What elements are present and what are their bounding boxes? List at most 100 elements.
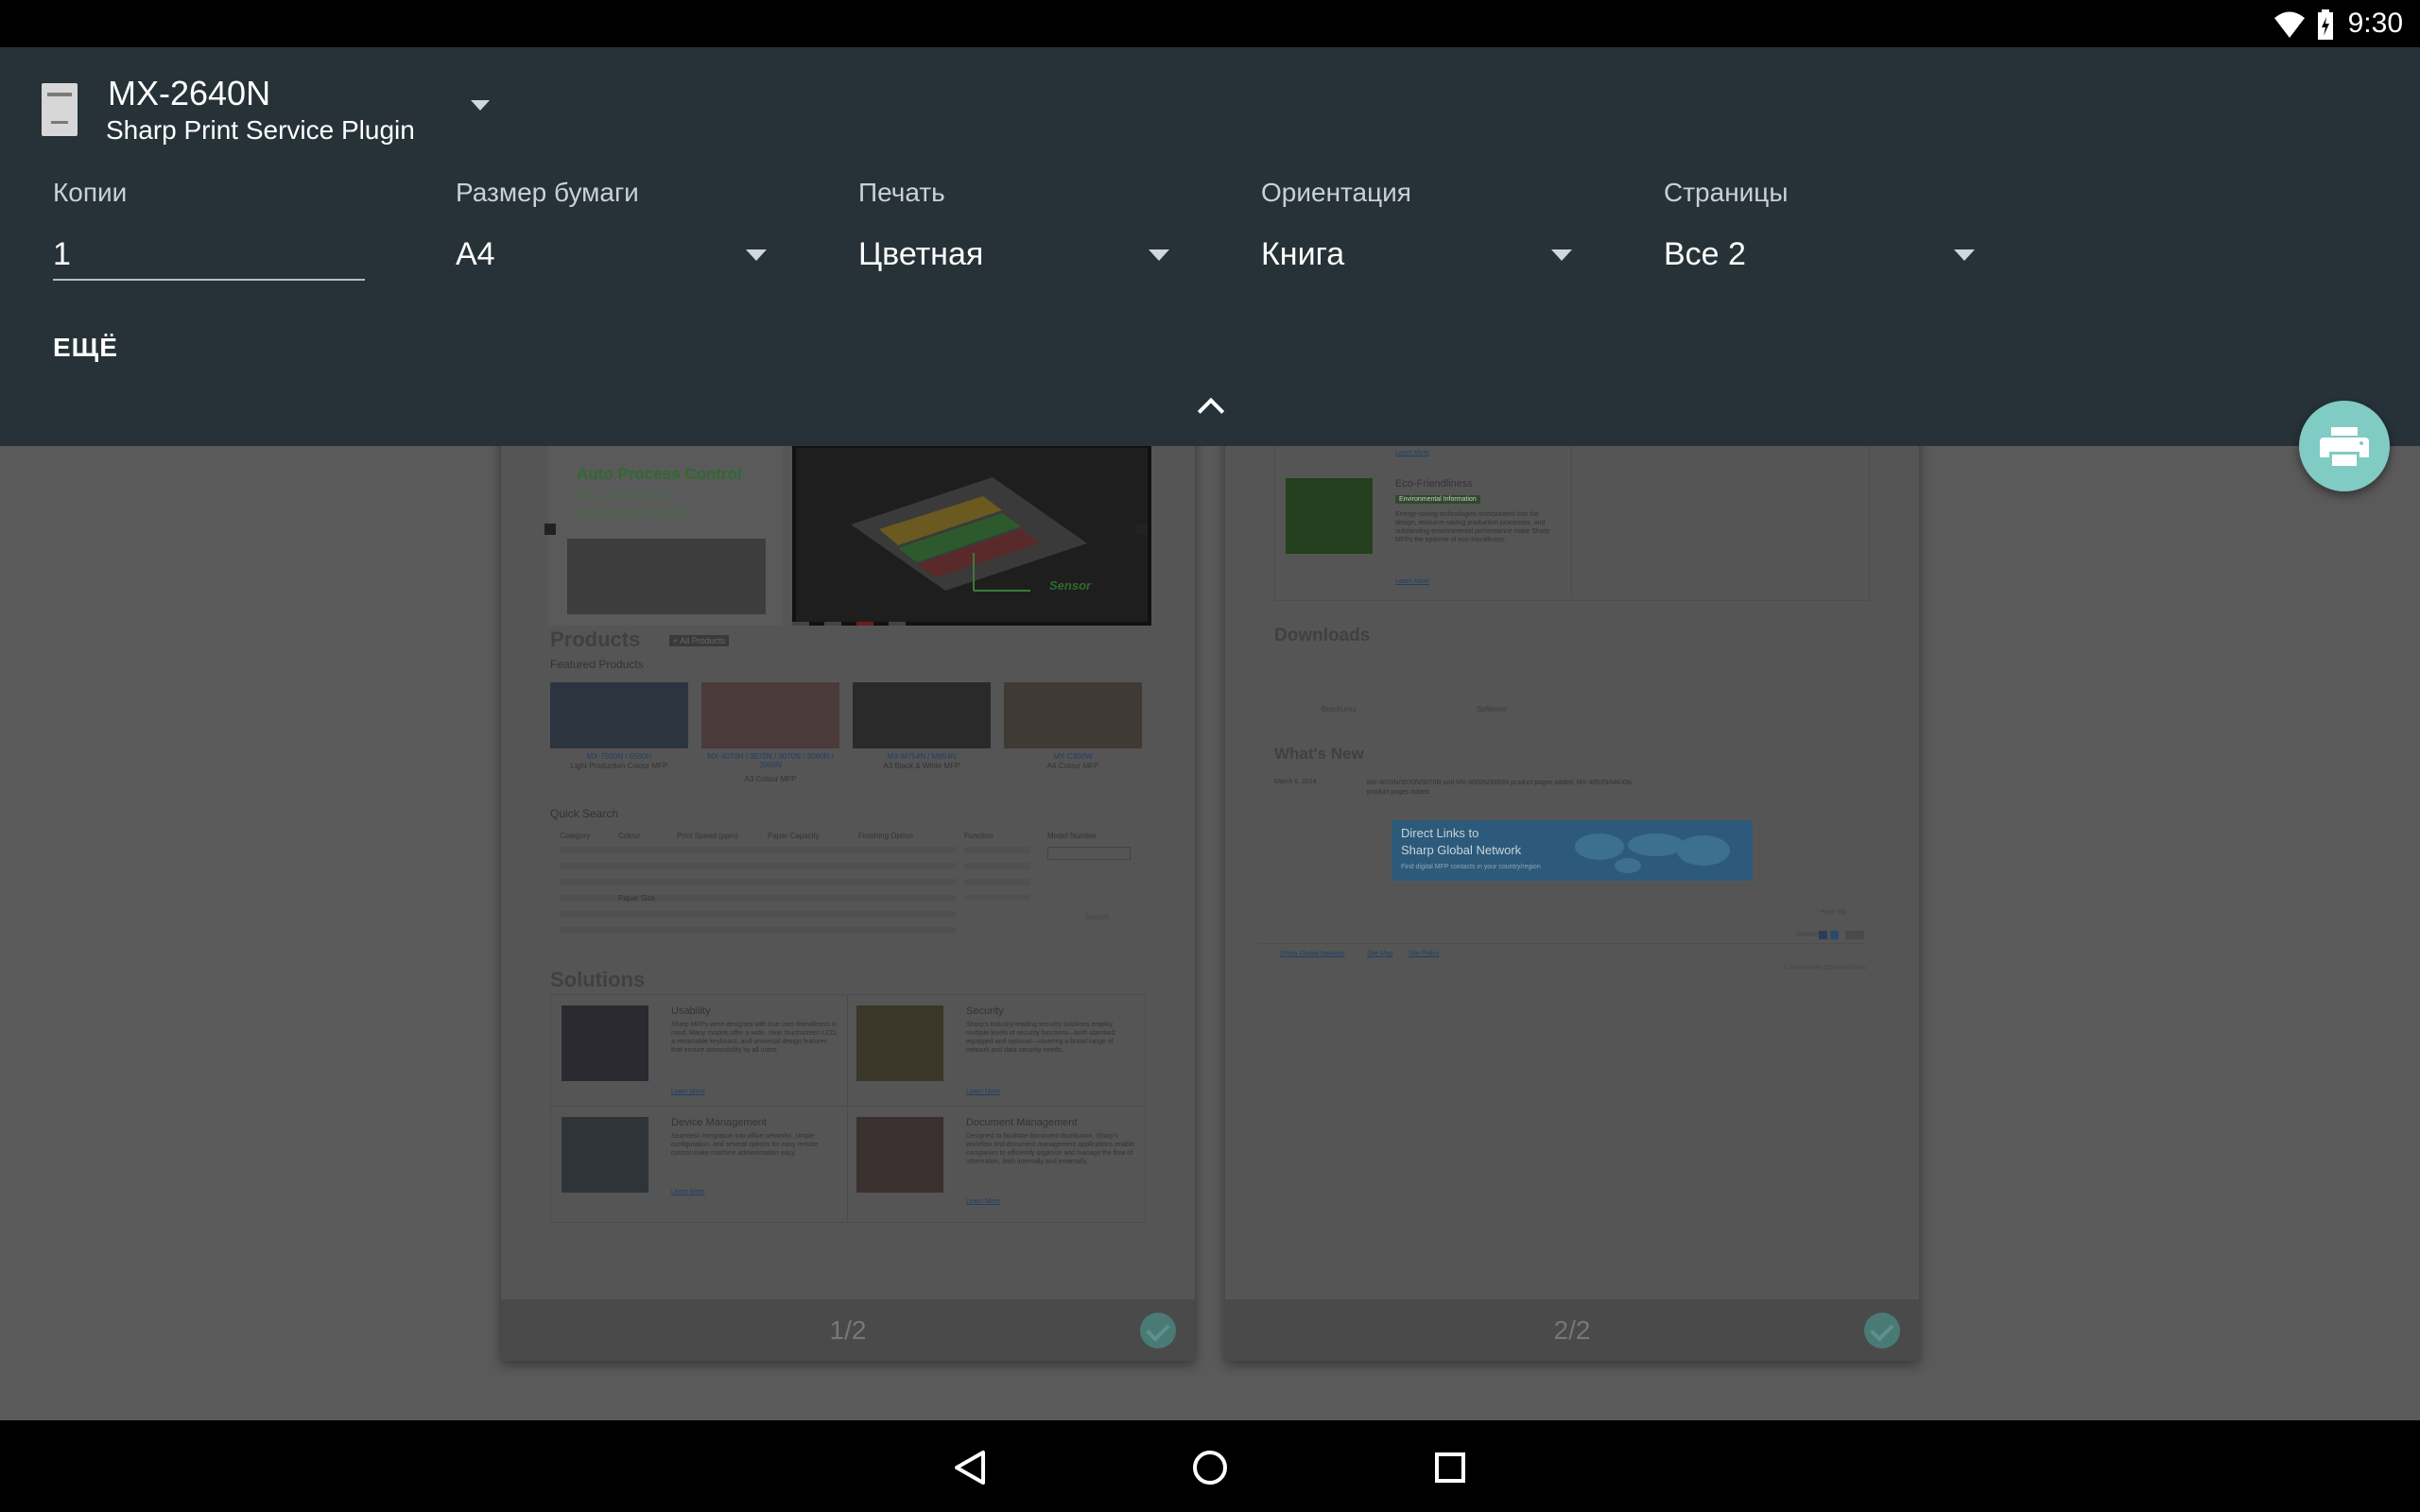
carousel-next bbox=[1136, 524, 1148, 535]
product-desc-2: A3 Colour MFP bbox=[744, 775, 797, 783]
page-2-number: 2/2 bbox=[1553, 1315, 1591, 1345]
color-dropdown[interactable]: Цветная bbox=[858, 227, 1180, 284]
eco-box-vline bbox=[1571, 435, 1572, 599]
page-2-content: Learn More Eco-Friendliness Environmenta… bbox=[1225, 378, 1919, 1299]
banner-subtitle-2: High Image Quality bbox=[577, 505, 690, 520]
usability-image bbox=[562, 1005, 648, 1081]
solutions-grid-vline bbox=[847, 994, 848, 1221]
eco-text: Energy-saving technologies incorporated … bbox=[1395, 511, 1550, 543]
solution-title-security: Security bbox=[966, 1005, 1004, 1017]
qs-col-category: Category bbox=[560, 832, 591, 840]
copies-label: Копии bbox=[53, 178, 128, 207]
eco-title: Eco-Friendliness bbox=[1395, 478, 1473, 490]
paper-size-value: A4 bbox=[456, 236, 495, 272]
share-icons bbox=[1819, 931, 1864, 939]
banner-line-2: Sharp Global Network bbox=[1401, 843, 1522, 857]
chevron-up-icon[interactable] bbox=[1197, 397, 1225, 425]
qs-col-speed: Print Speed (ppm) bbox=[677, 832, 738, 840]
solution-link-usability: Learn More bbox=[671, 1089, 705, 1095]
page-1-footer: 1/2 bbox=[501, 1299, 1195, 1361]
copies-underline bbox=[53, 279, 365, 281]
printer-name: MX-2640N bbox=[108, 74, 271, 112]
orientation-value: Книга bbox=[1261, 236, 1345, 272]
banner-subtitle-1: for Consistently bbox=[577, 488, 668, 503]
product-image-4 bbox=[1004, 682, 1142, 748]
printer-selector[interactable]: MX-2640N Sharp Print Service Plugin bbox=[28, 66, 501, 151]
copyright: © 2014 SHARP CORPORATION bbox=[1783, 966, 1866, 971]
qs-checkbox-grid bbox=[560, 847, 957, 937]
solution-text-security: Sharp's industry-leading security soluti… bbox=[966, 1022, 1115, 1054]
product-desc-3: A3 Black & White MFP bbox=[883, 762, 960, 770]
back-icon[interactable] bbox=[953, 1449, 987, 1486]
world-map-icon bbox=[1575, 833, 1730, 873]
orientation-chevron-down-icon bbox=[1551, 249, 1572, 261]
navigation-bar bbox=[0, 1420, 2420, 1512]
sensor-label: Sensor bbox=[1049, 578, 1092, 593]
solution-text-document: Designed to facilitate document distribu… bbox=[966, 1133, 1135, 1165]
carousel-dots bbox=[792, 622, 906, 626]
wifi-icon bbox=[2274, 11, 2305, 38]
product-model-1: MX-7500N / 6500N bbox=[586, 752, 652, 761]
recents-icon[interactable] bbox=[1433, 1451, 1467, 1485]
orientation-label: Ориентация bbox=[1261, 178, 1411, 207]
paper-size-dropdown[interactable]: A4 bbox=[456, 227, 777, 284]
security-image bbox=[856, 1005, 943, 1081]
clock: 9:30 bbox=[2347, 8, 2403, 39]
solution-link-document: Learn More bbox=[966, 1198, 1000, 1205]
more-options-button[interactable]: ЕЩЁ bbox=[53, 333, 118, 363]
top-learn-more: Learn More bbox=[1395, 450, 1429, 456]
paper-size-chevron-down-icon bbox=[746, 249, 767, 261]
solution-text-usability: Sharp MFPs were designed with true user-… bbox=[671, 1022, 838, 1054]
copies-input[interactable]: 1 bbox=[53, 236, 71, 273]
banner-line-3: Find digital MFP contacts in your countr… bbox=[1401, 864, 1541, 870]
downloads-heading: Downloads bbox=[1274, 626, 1371, 645]
preview-page-2[interactable]: Learn More Eco-Friendliness Environmenta… bbox=[1225, 378, 1919, 1361]
mfp-image bbox=[567, 539, 766, 614]
qs-search: Search bbox=[1085, 913, 1110, 921]
preview-page-1[interactable]: Auto Process Control for Consistently Hi… bbox=[501, 378, 1195, 1361]
product-model-2: MX-4070N / 3570N / 3070N / 3060N / 2060N bbox=[707, 752, 834, 769]
pages-chevron-down-icon bbox=[1954, 249, 1975, 261]
battery-charging-icon bbox=[2318, 9, 2333, 40]
page-2-selected-check-icon[interactable] bbox=[1864, 1313, 1900, 1349]
downloads-brochures: Brochures bbox=[1322, 705, 1357, 713]
status-bar: 9:30 bbox=[0, 0, 2420, 47]
eco-image bbox=[1286, 478, 1373, 554]
solutions-heading: Solutions bbox=[550, 968, 646, 991]
solution-link-security: Learn More bbox=[966, 1089, 1000, 1095]
document-management-image bbox=[856, 1117, 943, 1193]
home-icon[interactable] bbox=[1191, 1449, 1229, 1486]
qs-col-model: Model Number bbox=[1047, 832, 1098, 840]
product-desc-4: A4 Colour MFP bbox=[1046, 762, 1099, 770]
product-desc-1: Light Production Colour MFP bbox=[570, 762, 668, 770]
banner-title: Auto Process Control bbox=[577, 465, 742, 483]
page-1-selected-check-icon[interactable] bbox=[1140, 1313, 1176, 1349]
pages-label: Страницы bbox=[1664, 178, 1789, 207]
product-image-3 bbox=[853, 682, 991, 748]
solution-text-device: Seamless integration into office network… bbox=[671, 1133, 819, 1157]
color-label: Печать bbox=[858, 178, 945, 207]
news-text: MX-4070N/3570N/3070N and MX-3060N/3060N … bbox=[1367, 780, 1632, 796]
eco-learn-more: Learn More bbox=[1395, 578, 1429, 585]
qs-col-finishing: Finishing Option bbox=[858, 832, 913, 840]
preview-area[interactable] bbox=[0, 446, 2420, 1420]
footer-rule bbox=[1259, 943, 1868, 944]
solution-title-usability: Usability bbox=[671, 1005, 711, 1017]
products-heading: Products bbox=[550, 627, 641, 651]
footer-link-sitemap: Site Map bbox=[1367, 951, 1393, 957]
footer-link-policy: Site Policy bbox=[1409, 951, 1440, 957]
pages-dropdown[interactable]: Все 2 bbox=[1664, 227, 1985, 284]
print-options-panel: MX-2640N Sharp Print Service Plugin Копи… bbox=[0, 47, 2420, 446]
qs-col-colour: Colour bbox=[618, 832, 641, 840]
product-image-2 bbox=[701, 682, 839, 748]
pages-value: Все 2 bbox=[1664, 236, 1746, 272]
footer-link-global: Sharp Global Network bbox=[1280, 951, 1345, 957]
page-1-content: Auto Process Control for Consistently Hi… bbox=[501, 378, 1195, 1299]
orientation-dropdown[interactable]: Книга bbox=[1261, 227, 1582, 284]
device-management-image bbox=[562, 1117, 648, 1193]
qs-paper-size: Paper Size bbox=[618, 894, 656, 902]
color-value: Цветная bbox=[858, 236, 984, 272]
print-button[interactable] bbox=[2299, 401, 2390, 491]
carousel-prev bbox=[544, 524, 556, 535]
color-chevron-down-icon bbox=[1149, 249, 1169, 261]
